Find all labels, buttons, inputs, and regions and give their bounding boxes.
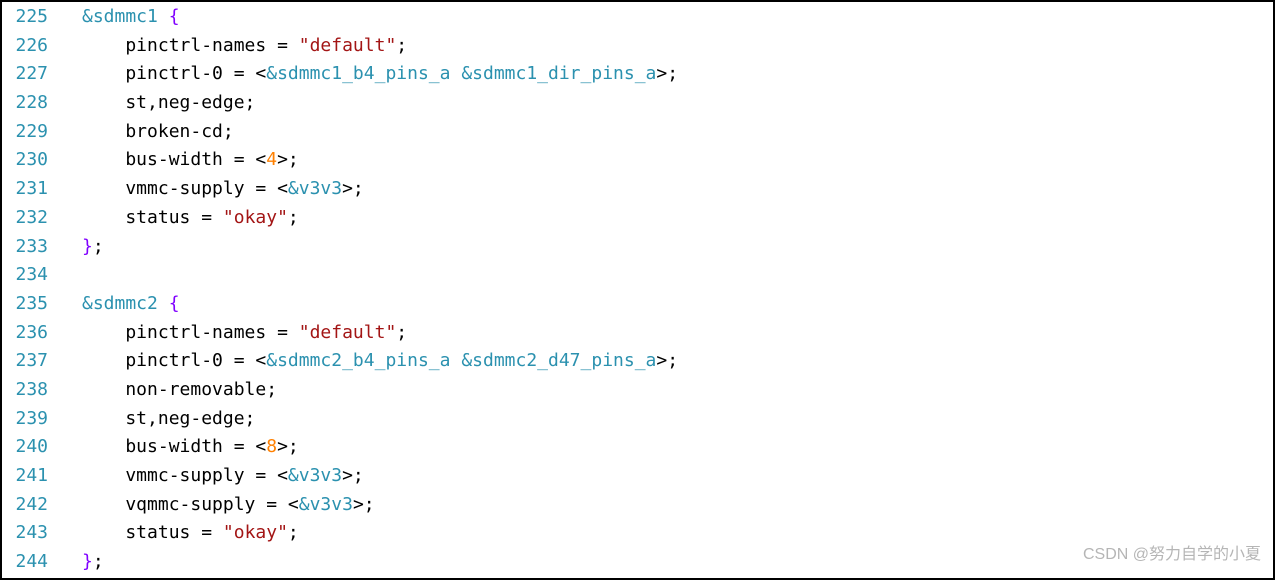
token-plain: pinctrl-0 = < (82, 63, 266, 84)
code-line[interactable]: status = "okay"; (82, 204, 1269, 233)
line-number: 233 (2, 233, 58, 262)
token-num: 8 (266, 436, 277, 457)
token-plain: >; (342, 465, 364, 486)
token-brace: } (82, 236, 93, 257)
token-str: "default" (299, 322, 397, 343)
token-ref: &sdmmc2 (82, 293, 158, 314)
code-editor-frame: 2252262272282292302312322332342352362372… (0, 0, 1275, 580)
token-plain (158, 6, 169, 27)
token-plain: >; (277, 436, 299, 457)
token-str: "okay" (223, 207, 288, 228)
token-ref: &sdmmc1 (82, 6, 158, 27)
token-num: 4 (266, 149, 277, 170)
code-line[interactable]: non-removable; (82, 376, 1269, 405)
token-plain: vmmc-supply = < (82, 465, 288, 486)
token-plain: status = (82, 522, 223, 543)
line-number: 227 (2, 60, 58, 89)
line-number: 244 (2, 548, 58, 577)
code-line[interactable]: pinctrl-0 = <&sdmmc2_b4_pins_a &sdmmc2_d… (82, 347, 1269, 376)
token-plain: pinctrl-names = (82, 35, 299, 56)
code-line[interactable]: bus-width = <4>; (82, 146, 1269, 175)
token-str: "default" (299, 35, 397, 56)
token-plain: >; (353, 494, 375, 515)
line-number: 229 (2, 118, 58, 147)
token-plain: bus-width = < (82, 436, 266, 457)
token-plain: status = (82, 207, 223, 228)
token-ref: &sdmmc1_dir_pins_a (461, 63, 656, 84)
code-line[interactable]: vqmmc-supply = <&v3v3>; (82, 491, 1269, 520)
line-number: 235 (2, 290, 58, 319)
token-plain: non-removable; (82, 379, 277, 400)
code-line[interactable]: vmmc-supply = <&v3v3>; (82, 175, 1269, 204)
token-plain: ; (93, 236, 104, 257)
token-ref: &sdmmc1_b4_pins_a (266, 63, 450, 84)
code-line[interactable]: pinctrl-names = "default"; (82, 319, 1269, 348)
line-number: 241 (2, 462, 58, 491)
token-plain: ; (288, 207, 299, 228)
token-plain: ; (93, 551, 104, 572)
token-brace: { (169, 293, 180, 314)
line-number: 232 (2, 204, 58, 233)
line-number-gutter: 2252262272282292302312322332342352362372… (2, 2, 58, 578)
line-number: 230 (2, 146, 58, 175)
token-plain: broken-cd; (82, 121, 234, 142)
code-line[interactable]: pinctrl-names = "default"; (82, 32, 1269, 61)
token-plain: >; (342, 178, 364, 199)
line-number: 234 (2, 261, 58, 290)
code-area[interactable]: &sdmmc1 { pinctrl-names = "default"; pin… (82, 2, 1269, 578)
token-plain: vmmc-supply = < (82, 178, 288, 199)
line-number: 242 (2, 491, 58, 520)
code-line[interactable]: vmmc-supply = <&v3v3>; (82, 462, 1269, 491)
token-plain: st,neg-edge; (82, 92, 255, 113)
code-line[interactable] (82, 261, 1269, 290)
token-plain (450, 350, 461, 371)
code-line[interactable]: broken-cd; (82, 118, 1269, 147)
line-number: 236 (2, 319, 58, 348)
line-number: 243 (2, 519, 58, 548)
token-plain: pinctrl-0 = < (82, 350, 266, 371)
token-plain: st,neg-edge; (82, 408, 255, 429)
code-line[interactable]: &sdmmc2 { (82, 290, 1269, 319)
code-line[interactable]: st,neg-edge; (82, 405, 1269, 434)
token-plain: >; (656, 350, 678, 371)
token-plain: vqmmc-supply = < (82, 494, 299, 515)
line-number: 240 (2, 433, 58, 462)
token-ref: &v3v3 (288, 178, 342, 199)
token-plain: ; (396, 322, 407, 343)
token-plain (450, 63, 461, 84)
token-plain (158, 293, 169, 314)
token-plain: >; (656, 63, 678, 84)
line-number: 225 (2, 3, 58, 32)
token-plain: ; (288, 522, 299, 543)
line-number: 238 (2, 376, 58, 405)
token-str: "okay" (223, 522, 288, 543)
token-plain: >; (277, 149, 299, 170)
token-ref: &sdmmc2_b4_pins_a (266, 350, 450, 371)
line-number: 237 (2, 347, 58, 376)
token-ref: &v3v3 (288, 465, 342, 486)
token-plain: bus-width = < (82, 149, 266, 170)
line-number: 239 (2, 405, 58, 434)
token-plain: pinctrl-names = (82, 322, 299, 343)
code-line[interactable]: pinctrl-0 = <&sdmmc1_b4_pins_a &sdmmc1_d… (82, 60, 1269, 89)
token-brace: { (169, 6, 180, 27)
line-number: 226 (2, 32, 58, 61)
code-line[interactable]: status = "okay"; (82, 519, 1269, 548)
token-brace: } (82, 551, 93, 572)
code-line[interactable]: &sdmmc1 { (82, 3, 1269, 32)
token-ref: &v3v3 (299, 494, 353, 515)
token-plain: ; (396, 35, 407, 56)
code-line[interactable]: st,neg-edge; (82, 89, 1269, 118)
line-number: 228 (2, 89, 58, 118)
token-ref: &sdmmc2_d47_pins_a (461, 350, 656, 371)
code-line[interactable]: bus-width = <8>; (82, 433, 1269, 462)
code-line[interactable]: }; (82, 548, 1269, 577)
code-line[interactable]: }; (82, 233, 1269, 262)
line-number: 231 (2, 175, 58, 204)
